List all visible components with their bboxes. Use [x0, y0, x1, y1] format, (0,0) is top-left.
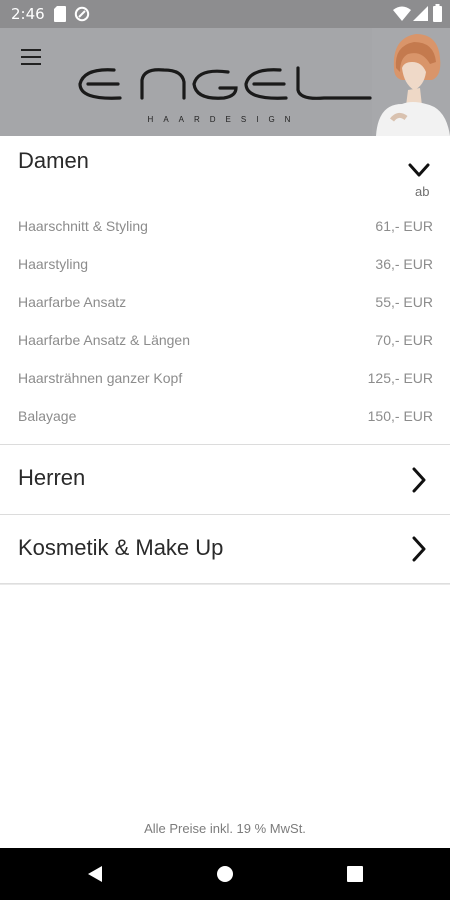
signal-icon: [413, 6, 428, 21]
back-icon[interactable]: [84, 862, 108, 886]
service-name: Balayage: [18, 408, 77, 424]
chevron-right-icon[interactable]: [411, 467, 427, 493]
model-photo: [372, 28, 450, 136]
menu-icon-bar: [21, 63, 41, 65]
sd-card-icon: [54, 6, 66, 22]
price-row: Haarfarbe Ansatz & Längen 70,- EUR: [18, 332, 433, 354]
price-row: Haarstyling 36,- EUR: [18, 256, 433, 278]
price-row: Haarsträhnen ganzer Kopf 125,- EUR: [18, 370, 433, 392]
service-name: Haarfarbe Ansatz: [18, 294, 127, 310]
status-bar: 2:46: [0, 0, 450, 28]
service-price: 61,- EUR: [375, 218, 433, 234]
section-title-herren: Herren: [18, 465, 86, 490]
service-name: Haarsträhnen ganzer Kopf: [18, 370, 183, 386]
vat-note: Alle Preise inkl. 19 % MwSt.: [144, 821, 306, 836]
price-row: Haarschnitt & Styling 61,- EUR: [18, 218, 433, 240]
app-header: HAARDESIGN: [0, 28, 450, 136]
navigation-bar: [0, 848, 450, 900]
section-herren[interactable]: Herren: [0, 445, 450, 514]
menu-button[interactable]: [18, 44, 44, 70]
wifi-icon: [393, 6, 411, 21]
service-name: Haarfarbe Ansatz & Längen: [18, 332, 191, 348]
service-price: 70,- EUR: [375, 332, 433, 348]
brand-logo: HAARDESIGN: [74, 48, 374, 124]
data-saver-icon: [74, 6, 90, 22]
brand-subtitle: HAARDESIGN: [147, 115, 301, 124]
divider: [0, 583, 450, 585]
menu-icon: [21, 49, 41, 51]
price-hint-ab: ab: [415, 184, 430, 199]
section-title-kosmetik: Kosmetik & Make Up: [18, 535, 224, 560]
service-name: Haarschnitt & Styling: [18, 218, 148, 234]
section-damen[interactable]: Damen: [0, 136, 450, 444]
status-time: 2:46: [11, 5, 45, 23]
service-price: 36,- EUR: [375, 256, 433, 272]
chevron-right-icon[interactable]: [411, 536, 427, 562]
service-price: 125,- EUR: [367, 370, 433, 386]
home-icon[interactable]: [213, 862, 237, 886]
chevron-down-icon[interactable]: [408, 162, 430, 178]
service-price: 150,- EUR: [367, 408, 433, 424]
battery-icon: [433, 4, 442, 22]
section-title-damen: Damen: [18, 148, 89, 173]
service-price: 55,- EUR: [375, 294, 433, 310]
service-name: Haarstyling: [18, 256, 89, 272]
price-row: Haarfarbe Ansatz 55,- EUR: [18, 294, 433, 316]
recents-icon[interactable]: [343, 862, 367, 886]
price-row: Balayage 150,- EUR: [18, 408, 433, 430]
section-kosmetik[interactable]: Kosmetik & Make Up: [0, 515, 450, 583]
brand-logo-wordmark: [78, 66, 372, 100]
menu-icon-bar: [21, 56, 41, 58]
